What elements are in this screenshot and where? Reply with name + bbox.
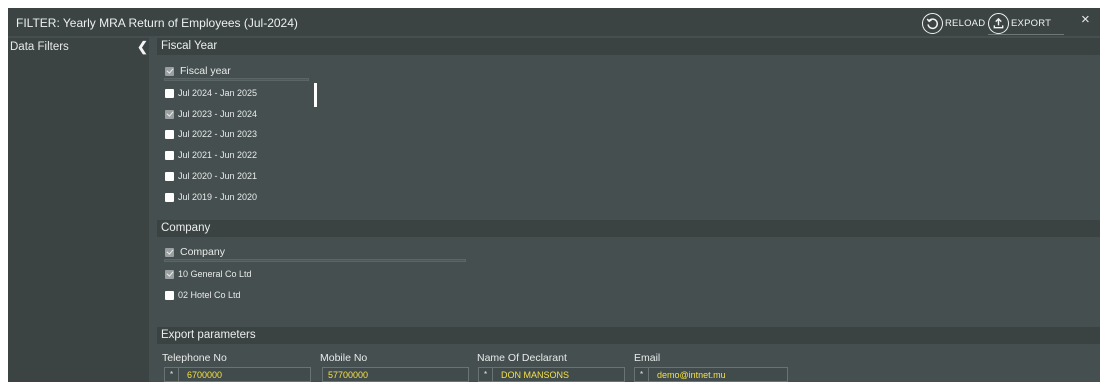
mobile-label: Mobile No [320,352,368,364]
title-bar: FILTER: Yearly MRA Return of Employees (… [8,8,1100,36]
export-underline [988,34,1064,35]
fiscal-year-option[interactable]: Jul 2022 - Jun 2023 [165,127,257,141]
required-marker: * [165,368,179,381]
checkbox[interactable] [165,269,174,279]
company-select-all[interactable]: Company [165,245,225,259]
reload-button[interactable]: RELOAD [922,12,985,34]
checkbox[interactable] [165,129,174,139]
export-parameters-title: Export parameters [161,329,256,341]
email-label: Email [634,352,661,364]
company-option-label: 10 General Co Ltd [178,269,252,279]
checkbox[interactable] [165,109,174,119]
fiscal-year-option[interactable]: Jul 2019 - Jun 2020 [165,190,257,204]
fiscal-year-option-label: Jul 2020 - Jun 2021 [178,171,258,181]
fiscal-year-option[interactable]: Jul 2020 - Jun 2021 [165,169,257,183]
reload-icon [922,12,943,34]
required-marker: * [479,368,493,381]
declarant-input[interactable] [493,368,624,381]
declarant-label: Name Of Declarant [477,352,567,364]
fiscal-year-option[interactable]: Jul 2023 - Jun 2024 [165,107,257,121]
company-option[interactable]: 02 Hotel Co Ltd [165,288,241,302]
mobile-input[interactable] [323,368,468,381]
fiscal-year-option-label: Jul 2021 - Jun 2022 [178,150,258,160]
declarant-field[interactable]: * [478,367,625,382]
export-button[interactable]: EXPORT [988,12,1051,34]
checkbox[interactable] [165,150,174,160]
company-scroll-track [164,259,466,262]
checkbox[interactable] [165,192,174,202]
checkbox[interactable] [165,66,174,76]
checkbox[interactable] [165,290,174,300]
company-option[interactable]: 10 General Co Ltd [165,267,252,281]
company-title: Company [161,222,211,234]
fiscal-year-header: Fiscal Year [157,38,1100,55]
filter-dialog: FILTER: Yearly MRA Return of Employees (… [8,8,1100,382]
mobile-field[interactable] [322,367,469,382]
fiscal-year-option[interactable]: Jul 2021 - Jun 2022 [165,148,257,162]
fiscal-year-option-label: Jul 2022 - Jun 2023 [178,129,258,139]
email-field[interactable]: * [634,367,788,382]
chevron-left-icon[interactable]: ❮ [137,39,148,55]
upload-icon [988,12,1009,34]
sidebar-title: Data Filters [10,41,69,53]
telephone-label: Telephone No [162,352,227,364]
checkbox-label: Company [180,246,225,258]
export-parameters-header: Export parameters [157,327,1100,344]
filter-content: Fiscal Year Fiscal year Jul 2024 - Jan 2… [157,38,1100,382]
checkbox[interactable] [165,171,174,181]
fiscal-year-select-all[interactable]: Fiscal year [165,64,231,78]
dialog-title: FILTER: Yearly MRA Return of Employees (… [16,16,298,30]
checkbox-label: Fiscal year [180,65,231,77]
fiscal-year-option[interactable]: Jul 2024 - Jan 2025 [165,86,257,100]
fiscal-year-title: Fiscal Year [161,40,218,52]
data-filters-sidebar: Data Filters ❮ [8,38,149,382]
fiscal-year-option-label: Jul 2024 - Jan 2025 [178,88,258,98]
telephone-field[interactable]: * [164,367,311,382]
export-label: EXPORT [1011,17,1052,29]
required-marker: * [635,368,649,381]
company-option-label: 02 Hotel Co Ltd [178,290,241,300]
telephone-input[interactable] [179,368,310,381]
fiscal-year-option-label: Jul 2019 - Jun 2020 [178,192,258,202]
company-header: Company [157,220,1100,237]
sidebar-header: Data Filters ❮ [8,38,149,56]
close-icon[interactable]: × [1081,11,1090,28]
checkbox[interactable] [165,247,174,257]
fiscal-year-scrollbar[interactable] [314,83,317,107]
email-input[interactable] [649,368,787,381]
reload-label: RELOAD [945,17,986,29]
fiscal-year-scroll-track [164,78,309,81]
checkbox[interactable] [165,88,174,98]
fiscal-year-option-label: Jul 2023 - Jun 2024 [178,109,258,119]
